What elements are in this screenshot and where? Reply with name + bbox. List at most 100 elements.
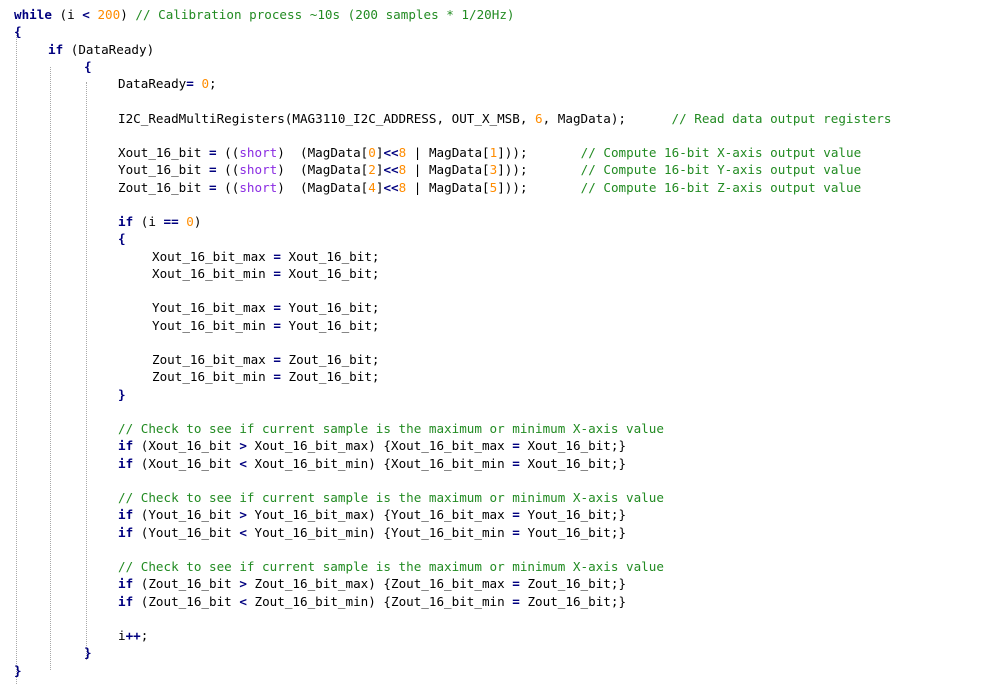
code-line: Xout_16_bit_min = Xout_16_bit; (152, 265, 380, 282)
operator: ++ (125, 628, 141, 643)
code-line: DataReady= 0; (118, 75, 217, 92)
code-line: Xout_16_bit_max = Xout_16_bit; (152, 248, 380, 265)
code-text: (Yout_16_bit (133, 507, 240, 523)
comment: // Read data output registers (671, 110, 892, 126)
operator: = (209, 145, 217, 160)
code-text: Yout_16_bit_min (152, 317, 274, 333)
number-literal: 6 (535, 110, 543, 126)
code-line: i++; (118, 627, 148, 644)
operator: } (14, 662, 22, 678)
code-text: (DataReady) (63, 41, 155, 57)
code-editor[interactable]: while (i < 2 0 0) // Calibration process ~… (0, 0, 998, 693)
code-text: Zout_16_bit; (280, 369, 380, 385)
code-text: Yout_16_bit;} (519, 524, 627, 540)
operator: << (383, 162, 399, 178)
code-text: Yout_16_bit (118, 162, 209, 178)
code-text: ])); (497, 162, 581, 178)
keyword: if (118, 507, 134, 523)
keyword: if (118, 214, 134, 229)
code-text: (Yout_16_bit (133, 524, 240, 540)
code-line: { (118, 230, 126, 247)
number-literal: 0 (186, 214, 194, 229)
code-text: | MagData[ (406, 162, 490, 178)
operator: == (163, 214, 179, 229)
operator: { (84, 58, 92, 74)
operator: << (383, 179, 399, 195)
number-literal: 0 (201, 76, 210, 91)
operator: < (239, 455, 247, 471)
operator: < (82, 7, 90, 22)
code-text: Yout_16_bit; (280, 317, 380, 333)
code-line: Yout_16_bit = ((short) (MagData[2]<<8 | … (118, 161, 861, 178)
code-text: | MagData[ (406, 145, 490, 160)
code-text: Zout_16_bit_min (152, 369, 274, 385)
operator: = (209, 179, 217, 195)
indent-guide (16, 33, 17, 684)
code-text: (( (216, 162, 240, 178)
code-text: Xout_16_bit_max) {Xout_16_bit_max (246, 438, 513, 454)
keyword: if (118, 576, 134, 592)
operator: < (239, 524, 247, 540)
code-line: } (14, 662, 22, 679)
comment: // Check to see if current sample is the… (118, 421, 664, 436)
keyword: if (118, 593, 134, 609)
operator: = (273, 265, 281, 281)
number-literal: 2 (368, 162, 376, 178)
code-text: Xout_16_bit_min (152, 265, 274, 281)
operator: = (273, 369, 281, 385)
code-text: , MagData); (542, 110, 672, 126)
operator: = (273, 248, 281, 264)
type-keyword: short (239, 162, 278, 178)
code-line: I2C_ReadMultiRegisters(MAG3110_I2C_ADDRE… (118, 110, 891, 127)
code-text: ) (MagData[ (277, 145, 369, 160)
code-line: Xout_16_bit = ((short) (MagData[0]<<8 | … (118, 144, 861, 161)
code-text: ) (193, 214, 202, 229)
operator: = (512, 576, 520, 592)
code-line: if (Zout_16_bit < Zout_16_bit_min) {Zout… (118, 593, 626, 610)
operator: < (239, 593, 247, 609)
code-text: Xout_16_bit;} (519, 455, 627, 471)
code-line: } (84, 644, 92, 661)
code-text: Zout_16_bit (118, 179, 209, 195)
operator: = (512, 593, 520, 609)
operator: << (383, 145, 399, 160)
code-text: Zout_16_bit_max (152, 352, 274, 367)
code-text: Xout_16_bit; (280, 265, 380, 281)
code-text: Zout_16_bit_min) {Zout_16_bit_min (246, 593, 513, 609)
code-text: Xout_16_bit_min) {Xout_16_bit_min (246, 455, 513, 471)
code-text: Zout_16_bit;} (519, 593, 627, 609)
code-text: Xout_16_bit;} (519, 438, 627, 454)
code-text: (Xout_16_bit (133, 455, 240, 471)
operator: = (512, 438, 520, 454)
comment: // Calibration process ~10s (200 samples… (135, 7, 515, 22)
operator: > (239, 438, 247, 454)
code-text: ])); (497, 179, 581, 195)
code-text: i (118, 628, 126, 643)
operator: = (273, 317, 281, 333)
code-text: | MagData[ (406, 179, 490, 195)
operator: = (209, 162, 217, 178)
comment: // Compute 16-bit Y-axis output value (580, 162, 862, 178)
code-text: Xout_16_bit_max (152, 248, 274, 264)
code-text: (( (216, 145, 240, 160)
code-text: Yout_16_bit_min) {Yout_16_bit_min (246, 524, 513, 540)
code-line: // Check to see if current sample is the… (118, 489, 664, 506)
code-text: Yout_16_bit;} (519, 507, 627, 523)
operator: { (14, 24, 22, 40)
keyword: while (14, 7, 52, 22)
operator: = (512, 507, 520, 523)
keyword: if (118, 524, 134, 540)
type-keyword: short (239, 179, 278, 195)
code-text: (i (133, 214, 164, 229)
code-text: Yout_16_bit; (280, 300, 380, 316)
operator: = (186, 76, 194, 91)
keyword: if (48, 41, 64, 57)
code-text: Xout_16_bit; (280, 248, 380, 264)
indent-guide (50, 67, 51, 670)
code-text: ) (MagData[ (277, 179, 369, 195)
operator: = (273, 300, 281, 316)
code-text: ])); (497, 145, 581, 160)
code-line: // Check to see if current sample is the… (118, 558, 664, 575)
code-line: if (Yout_16_bit < Yout_16_bit_min) {Yout… (118, 524, 626, 541)
code-line: { (14, 23, 22, 40)
